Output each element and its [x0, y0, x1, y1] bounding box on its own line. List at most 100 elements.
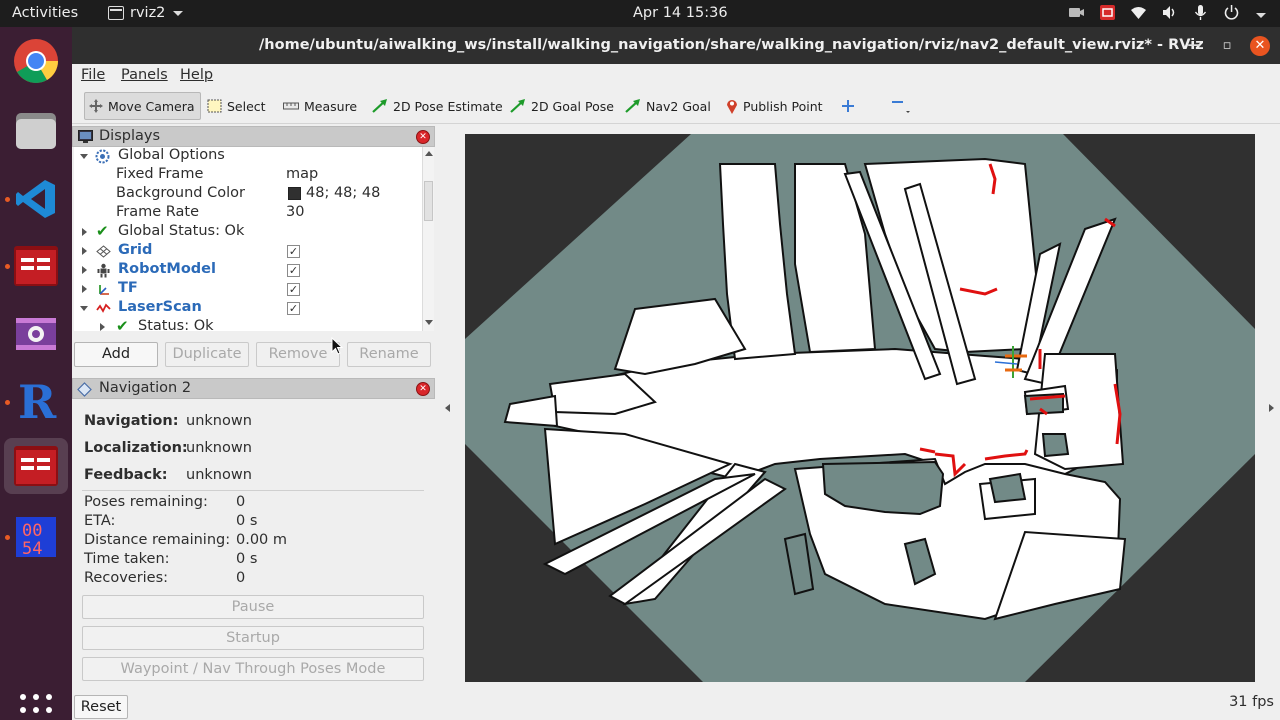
expand-arrow-icon[interactable] — [82, 266, 87, 274]
select-tool[interactable]: Select — [203, 92, 270, 120]
navigation-panel-header: Navigation 2 ✕ — [72, 378, 435, 399]
reset-button[interactable]: Reset — [74, 695, 128, 719]
camera-icon[interactable] — [1068, 4, 1085, 21]
remove-tool-button[interactable] — [885, 92, 915, 120]
remove-display-button[interactable]: Remove — [256, 342, 340, 367]
rviz-launcher[interactable]: R — [12, 377, 60, 425]
robot-model-checkbox[interactable]: ✓ — [287, 264, 300, 277]
app-menu[interactable]: rviz2 — [108, 5, 184, 21]
laser-scan-checkbox[interactable]: ✓ — [287, 302, 300, 315]
window-titlebar[interactable]: /home/ubuntu/aiwalking_ws/install/walkin… — [72, 27, 1280, 64]
add-tool-button[interactable] — [837, 92, 859, 120]
measure-label: Measure — [304, 98, 358, 114]
tree-row-robot-model[interactable]: RobotModel ✓ — [74, 261, 422, 280]
goal-pose-tool[interactable]: 2D Goal Pose — [506, 92, 618, 120]
checkmark-icon: ✔ — [96, 222, 109, 240]
fixed-frame-value[interactable]: map — [286, 166, 318, 182]
menu-panels[interactable]: Panels — [121, 67, 168, 83]
vscode-launcher[interactable] — [12, 175, 60, 223]
grid-checkbox[interactable]: ✓ — [287, 245, 300, 258]
frame-rate-value[interactable]: 30 — [286, 204, 304, 220]
time-taken-label: Time taken: — [84, 551, 170, 567]
wifi-icon[interactable] — [1130, 4, 1147, 21]
terminal-launcher-active[interactable] — [4, 438, 68, 494]
nav2-goal-tool[interactable]: Nav2 Goal — [621, 92, 715, 120]
files-launcher[interactable] — [12, 107, 60, 155]
menu-bar: File Panels Help — [72, 64, 1280, 88]
collapse-right-arrow-icon[interactable] — [1269, 404, 1274, 412]
rename-display-button[interactable]: Rename — [347, 342, 431, 367]
background-color-label: Background Color — [116, 185, 245, 201]
displays-tree[interactable]: Global Options Fixed Frame map Backgroun… — [74, 147, 422, 331]
tf-checkbox[interactable]: ✓ — [287, 283, 300, 296]
system-tray[interactable] — [1068, 4, 1266, 21]
close-panel-icon[interactable]: ✕ — [416, 130, 430, 144]
poses-remaining-label: Poses remaining: — [84, 494, 208, 510]
expand-arrow-icon[interactable] — [100, 323, 105, 331]
show-apps-icon[interactable] — [20, 694, 52, 720]
startup-button[interactable]: Startup — [82, 626, 424, 650]
maximize-button[interactable]: ▫ — [1217, 36, 1237, 56]
waypoint-mode-button[interactable]: Waypoint / Nav Through Poses Mode — [82, 657, 424, 681]
scroll-down-icon[interactable] — [425, 320, 433, 325]
tree-row-global-status[interactable]: ✔ Global Status: Ok — [74, 223, 422, 242]
displays-scrollbar[interactable] — [422, 147, 434, 331]
monitor-icon — [78, 130, 93, 143]
scrollbar-thumb[interactable] — [424, 181, 433, 221]
record-indicator-icon[interactable] — [1099, 4, 1116, 21]
clock[interactable]: Apr 14 15:36 — [633, 5, 728, 21]
publish-point-tool[interactable]: Publish Point — [722, 92, 827, 120]
video-launcher[interactable] — [12, 310, 60, 358]
power-icon[interactable] — [1223, 4, 1240, 21]
tree-row-laser-scan[interactable]: LaserScan ✓ — [74, 299, 422, 318]
move-camera-tool[interactable]: Move Camera — [84, 92, 201, 120]
expand-arrow-icon[interactable] — [82, 228, 87, 236]
publish-point-label: Publish Point — [743, 98, 823, 114]
terminal-launcher[interactable] — [12, 242, 60, 290]
duplicate-display-button[interactable]: Duplicate — [165, 342, 249, 367]
feedback-value: unknown — [186, 467, 252, 483]
menu-help[interactable]: Help — [180, 67, 213, 83]
green-arrow-icon — [625, 99, 640, 113]
tree-row-background-color[interactable]: Background Color 48; 48; 48 — [74, 185, 422, 204]
minimize-button[interactable]: — — [1184, 36, 1204, 56]
tree-row-grid[interactable]: Grid ✓ — [74, 242, 422, 261]
volume-icon[interactable] — [1161, 4, 1178, 21]
collapse-arrow-icon[interactable] — [80, 154, 88, 159]
number-launcher[interactable]: 00 54 — [12, 513, 60, 561]
close-button[interactable]: ✕ — [1250, 36, 1270, 56]
tree-row-frame-rate[interactable]: Frame Rate 30 — [74, 204, 422, 223]
microphone-icon[interactable] — [1192, 4, 1209, 21]
tree-row-fixed-frame[interactable]: Fixed Frame map — [74, 166, 422, 185]
pause-button[interactable]: Pause — [82, 595, 424, 619]
displays-panel-header: Displays ✕ — [72, 126, 435, 147]
move-camera-icon — [89, 99, 103, 113]
scroll-up-icon[interactable] — [425, 151, 433, 156]
tree-row-tf[interactable]: TF ✓ — [74, 280, 422, 299]
goal-pose-label: 2D Goal Pose — [531, 98, 614, 114]
tree-row-laser-status[interactable]: ✔ Status: Ok — [74, 318, 422, 331]
running-indicator — [5, 400, 10, 405]
select-icon — [207, 99, 222, 113]
activities-button[interactable]: Activities — [12, 5, 78, 21]
chevron-down-icon[interactable] — [1256, 13, 1266, 18]
menu-file[interactable]: File — [81, 67, 105, 83]
measure-tool[interactable]: Measure — [279, 92, 361, 120]
chrome-launcher[interactable] — [12, 37, 60, 85]
expand-arrow-icon[interactable] — [82, 285, 87, 293]
fixed-frame-label: Fixed Frame — [116, 166, 204, 182]
collapse-arrow-icon[interactable] — [80, 306, 88, 311]
close-panel-icon[interactable]: ✕ — [416, 382, 430, 396]
render-viewport[interactable] — [465, 134, 1255, 682]
add-display-button[interactable]: Add — [74, 342, 158, 367]
fps-readout: 31 fps — [1229, 694, 1274, 710]
laser-scan-label: LaserScan — [118, 299, 202, 315]
collapse-left-arrow-icon[interactable] — [445, 404, 450, 412]
distance-remaining-value: 0.00 m — [236, 532, 288, 548]
color-swatch[interactable] — [288, 187, 301, 200]
navigation-value: unknown — [186, 413, 252, 429]
expand-arrow-icon[interactable] — [82, 247, 87, 255]
tree-row-global-options[interactable]: Global Options — [74, 147, 422, 166]
background-color-value[interactable]: 48; 48; 48 — [306, 185, 380, 201]
pose-estimate-tool[interactable]: 2D Pose Estimate — [368, 92, 507, 120]
